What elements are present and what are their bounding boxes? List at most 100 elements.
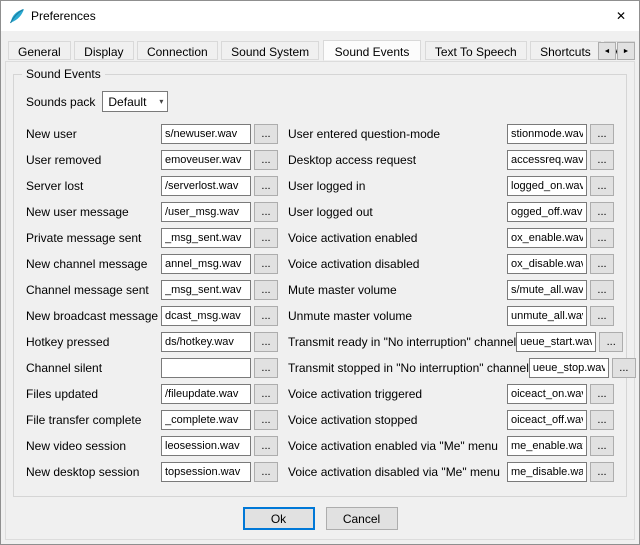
sound-path-input[interactable] <box>161 462 251 482</box>
sound-path-input[interactable] <box>507 306 587 326</box>
browse-button[interactable]: ... <box>590 150 614 170</box>
sound-path-input[interactable] <box>161 436 251 456</box>
sound-path-input[interactable] <box>161 150 251 170</box>
browse-button[interactable]: ... <box>590 462 614 482</box>
browse-button[interactable]: ... <box>254 462 278 482</box>
tab-display[interactable]: Display <box>74 41 133 60</box>
browse-button[interactable]: ... <box>612 358 636 378</box>
sound-event-row: Hotkey pressed ... Transmit ready in "No… <box>26 332 614 352</box>
tab-general[interactable]: General <box>8 41 71 60</box>
browse-button[interactable]: ... <box>599 332 623 352</box>
sound-path-input[interactable] <box>507 254 587 274</box>
sounds-pack-select[interactable]: Default ▾ <box>102 91 168 112</box>
event-cell: New broadcast message ... <box>26 306 278 326</box>
event-cell: Voice activation stopped ... <box>288 410 614 430</box>
tab-scroll-left-button[interactable]: ◄ <box>598 42 616 60</box>
browse-button[interactable]: ... <box>590 306 614 326</box>
event-label: User logged in <box>288 179 507 193</box>
event-cell: User logged in ... <box>288 176 614 196</box>
window-title: Preferences <box>31 9 96 23</box>
sound-path-input[interactable] <box>161 306 251 326</box>
app-icon <box>9 8 25 24</box>
browse-button[interactable]: ... <box>254 202 278 222</box>
browse-button[interactable]: ... <box>254 176 278 196</box>
sound-path-input[interactable] <box>161 384 251 404</box>
tab-sound-system[interactable]: Sound System <box>221 41 319 60</box>
sound-path-input[interactable] <box>507 436 587 456</box>
event-label: User removed <box>26 153 161 167</box>
event-label: Server lost <box>26 179 161 193</box>
browse-button[interactable]: ... <box>590 254 614 274</box>
sound-path-input[interactable] <box>507 462 587 482</box>
ok-button[interactable]: Ok <box>243 507 315 530</box>
preferences-window: Preferences ✕ General Display Connection… <box>0 0 640 545</box>
sound-path-input[interactable] <box>516 332 596 352</box>
tab-shortcuts[interactable]: Shortcuts <box>530 41 601 60</box>
sound-event-row: User removed ... Desktop access request … <box>26 150 614 170</box>
sound-path-input[interactable] <box>507 228 587 248</box>
sound-path-input[interactable] <box>507 384 587 404</box>
event-cell: User logged out ... <box>288 202 614 222</box>
browse-button[interactable]: ... <box>254 254 278 274</box>
sound-path-input[interactable] <box>161 124 251 144</box>
sound-path-input[interactable] <box>507 176 587 196</box>
browse-button[interactable]: ... <box>590 202 614 222</box>
browse-button[interactable]: ... <box>590 124 614 144</box>
sound-path-input[interactable] <box>507 280 587 300</box>
sound-path-input[interactable] <box>161 332 251 352</box>
sound-path-input[interactable] <box>161 410 251 430</box>
sound-path-input[interactable] <box>529 358 609 378</box>
event-cell: Transmit ready in "No interruption" chan… <box>288 332 623 352</box>
browse-button[interactable]: ... <box>590 436 614 456</box>
sound-path-input[interactable] <box>507 202 587 222</box>
browse-button[interactable]: ... <box>254 358 278 378</box>
browse-button[interactable]: ... <box>590 280 614 300</box>
browse-button[interactable]: ... <box>254 280 278 300</box>
event-cell: User entered question-mode ... <box>288 124 614 144</box>
browse-button[interactable]: ... <box>254 306 278 326</box>
event-cell: Voice activation disabled ... <box>288 254 614 274</box>
event-cell: New channel message ... <box>26 254 278 274</box>
tab-connection[interactable]: Connection <box>137 41 218 60</box>
sound-path-input[interactable] <box>507 124 587 144</box>
browse-button[interactable]: ... <box>254 436 278 456</box>
event-label: Voice activation disabled via "Me" menu <box>288 465 507 479</box>
tab-scroll-right-button[interactable]: ► <box>617 42 635 60</box>
event-label: New desktop session <box>26 465 161 479</box>
event-cell: New desktop session ... <box>26 462 278 482</box>
close-button[interactable]: ✕ <box>603 1 639 30</box>
event-label: Channel message sent <box>26 283 161 297</box>
event-label: Unmute master volume <box>288 309 507 323</box>
browse-button[interactable]: ... <box>254 150 278 170</box>
sound-path-input[interactable] <box>507 150 587 170</box>
sound-path-input[interactable] <box>161 176 251 196</box>
tab-sound-events[interactable]: Sound Events <box>323 40 422 61</box>
browse-button[interactable]: ... <box>254 332 278 352</box>
sound-path-input[interactable] <box>161 228 251 248</box>
event-cell: Voice activation enabled ... <box>288 228 614 248</box>
sound-event-row: New user ... User entered question-mode … <box>26 124 614 144</box>
browse-button[interactable]: ... <box>254 124 278 144</box>
browse-button[interactable]: ... <box>254 384 278 404</box>
sound-path-input[interactable] <box>161 202 251 222</box>
tab-text-to-speech[interactable]: Text To Speech <box>425 41 527 60</box>
event-label: Voice activation enabled via "Me" menu <box>288 439 507 453</box>
tab-scrollers: ◄ ► <box>597 42 635 60</box>
sound-path-input[interactable] <box>161 358 251 378</box>
event-cell: Mute master volume ... <box>288 280 614 300</box>
event-cell: Channel message sent ... <box>26 280 278 300</box>
browse-button[interactable]: ... <box>590 228 614 248</box>
browse-button[interactable]: ... <box>590 410 614 430</box>
event-label: Transmit ready in "No interruption" chan… <box>288 335 516 349</box>
browse-button[interactable]: ... <box>590 176 614 196</box>
chevron-down-icon: ▾ <box>159 97 163 106</box>
event-cell: Voice activation disabled via "Me" menu … <box>288 462 614 482</box>
sound-path-input[interactable] <box>161 280 251 300</box>
event-label: Channel silent <box>26 361 161 375</box>
browse-button[interactable]: ... <box>254 228 278 248</box>
browse-button[interactable]: ... <box>254 410 278 430</box>
cancel-button[interactable]: Cancel <box>326 507 398 530</box>
browse-button[interactable]: ... <box>590 384 614 404</box>
sound-path-input[interactable] <box>507 410 587 430</box>
sound-path-input[interactable] <box>161 254 251 274</box>
